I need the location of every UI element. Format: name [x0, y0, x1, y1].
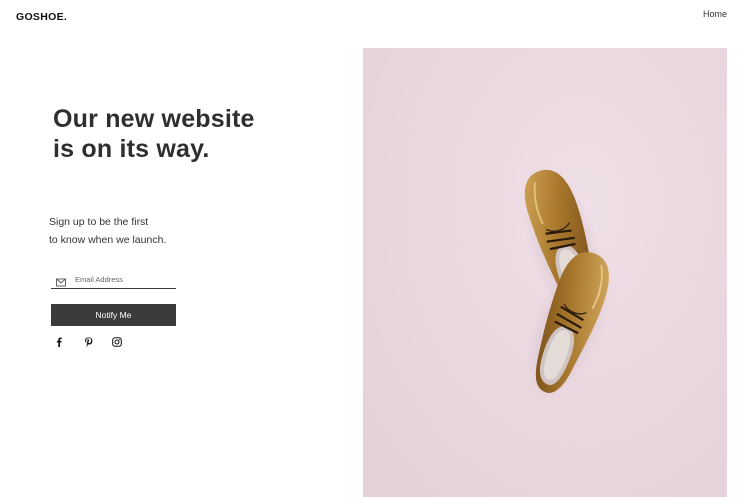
email-input[interactable] — [75, 271, 175, 287]
envelope-icon — [56, 274, 66, 287]
facebook-icon[interactable] — [54, 337, 64, 347]
logo[interactable]: GOSHOE. — [16, 11, 67, 23]
signup-description-line1: Sign up to be the first — [49, 216, 149, 228]
right-shoe — [525, 248, 613, 400]
instagram-icon[interactable] — [112, 337, 122, 347]
nav-home-link[interactable]: Home — [703, 9, 727, 19]
gold-oxford-shoes-photo — [523, 164, 613, 400]
email-field[interactable] — [51, 270, 176, 289]
page-headline: Our new website is on its way. — [53, 105, 255, 163]
signup-description: Sign up to be the first to know when we … — [49, 213, 249, 249]
signup-description-line2: to know when we launch. — [49, 234, 167, 246]
pinterest-icon[interactable] — [83, 337, 93, 347]
notify-me-button[interactable]: Notify Me — [51, 304, 176, 326]
hero-image — [363, 48, 727, 497]
site-header: GOSHOE. Home — [0, 0, 750, 32]
social-links — [54, 336, 141, 348]
